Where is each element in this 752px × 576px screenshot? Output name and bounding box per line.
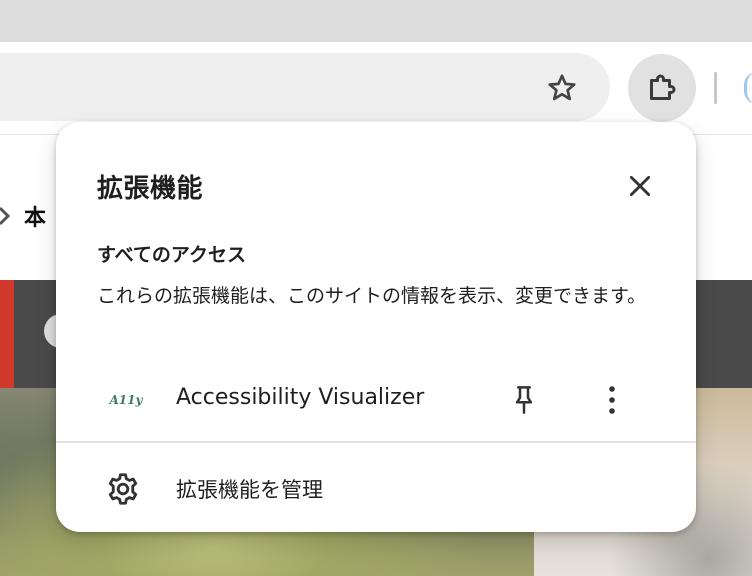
popup-title: 拡張機能 xyxy=(97,174,204,204)
popup-divider xyxy=(56,441,696,443)
extensions-button[interactable] xyxy=(628,54,696,122)
pin-extension-button[interactable] xyxy=(502,378,546,422)
accessibility-visualizer-logo: A11y xyxy=(109,393,143,407)
star-icon xyxy=(548,74,576,101)
page-banner-accent xyxy=(0,280,14,388)
page-breadcrumb-text: 本 xyxy=(24,206,47,231)
toolbar-separator xyxy=(714,72,717,104)
close-button[interactable] xyxy=(618,164,662,208)
browser-window: 本 拡張機能 すべてのアクセス これらの拡張機能は、このサイトの情報を表示、変更… xyxy=(0,0,752,576)
extension-name: Accessibility Visualizer xyxy=(176,385,425,410)
access-section-heading: すべてのアクセス xyxy=(97,244,246,266)
manage-extensions-label: 拡張機能を管理 xyxy=(176,478,323,502)
bookmark-star-button[interactable] xyxy=(540,66,584,110)
address-bar[interactable] xyxy=(0,53,610,121)
manage-extensions-item[interactable]: 拡張機能を管理 xyxy=(56,462,696,514)
access-section-description: これらの拡張機能は、このサイトの情報を表示、変更できます。 xyxy=(97,285,647,307)
page-breadcrumb: 本 xyxy=(0,200,46,232)
pin-icon xyxy=(515,386,533,414)
more-vert-icon xyxy=(609,386,615,414)
gear-icon xyxy=(104,470,142,508)
extension-menu-button[interactable] xyxy=(590,378,634,422)
extension-item[interactable]: A11y Accessibility Visualizer xyxy=(56,374,696,426)
extensions-popup: 拡張機能 すべてのアクセス これらの拡張機能は、このサイトの情報を表示、変更でき… xyxy=(56,122,696,532)
tab-strip xyxy=(0,0,752,42)
puzzle-icon xyxy=(650,74,676,100)
close-icon xyxy=(629,175,651,197)
chevron-right-icon xyxy=(0,206,11,226)
